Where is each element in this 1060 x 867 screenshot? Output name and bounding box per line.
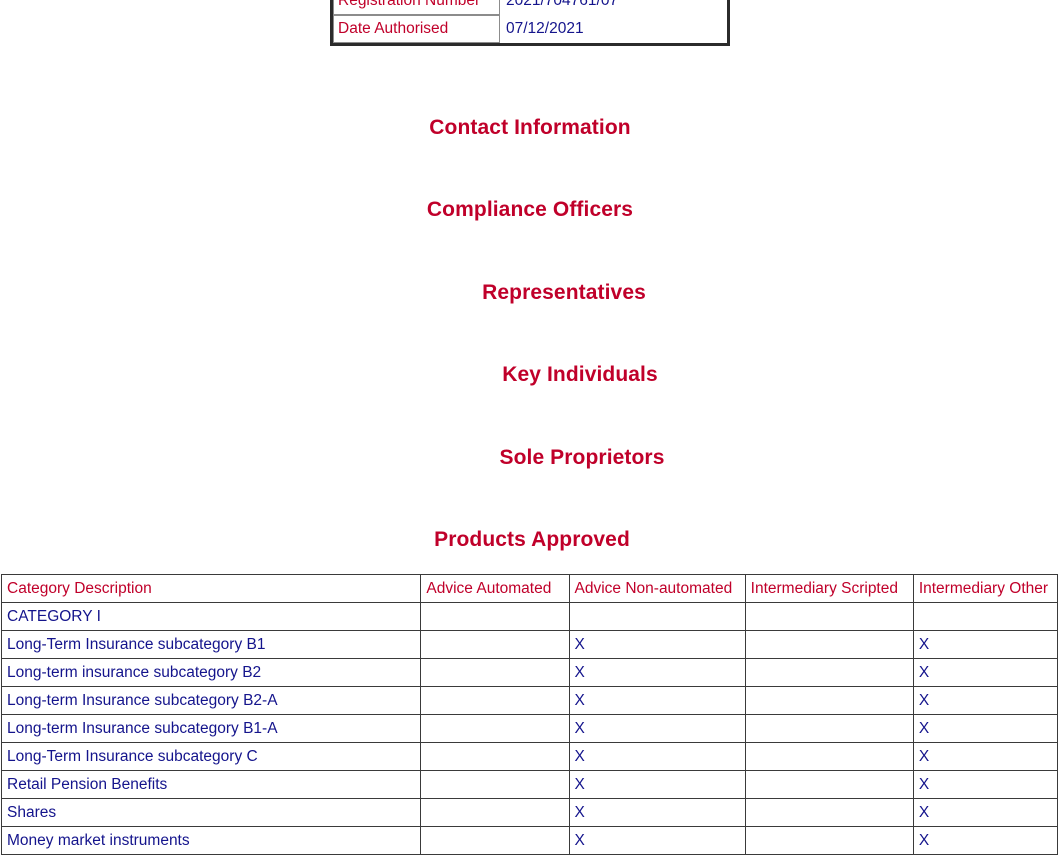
registration-number-label: Registration Number bbox=[333, 0, 500, 15]
cell-intermediary-other: X bbox=[912, 686, 1059, 715]
cell-category-description: Long-term insurance subcategory B2 bbox=[0, 658, 422, 687]
table-row: Long-Term Insurance subcategory C X X bbox=[0, 742, 1059, 771]
cell-intermediary-other: X bbox=[912, 658, 1059, 687]
table-row: Shares X X bbox=[0, 798, 1059, 827]
cell-advice-automated bbox=[420, 770, 570, 799]
column-header-intermediary-other: Intermediary Other bbox=[912, 574, 1059, 603]
cell-category-description: Retail Pension Benefits bbox=[0, 770, 422, 799]
cell-advice-automated bbox=[420, 630, 570, 659]
cell-advice-non-automated: X bbox=[568, 770, 746, 799]
cell-advice-non-automated: X bbox=[568, 686, 746, 715]
products-table-body: CATEGORY I Long-Term Insurance subcategor… bbox=[0, 602, 1059, 855]
products-approved-table-container: Category Description Advice Automated Ad… bbox=[0, 574, 1059, 855]
table-row: Date Authorised 07/12/2021 bbox=[333, 15, 727, 43]
table-row: Retail Pension Benefits X X bbox=[0, 770, 1059, 799]
cell-intermediary-scripted bbox=[744, 770, 914, 799]
cell-advice-automated bbox=[420, 798, 570, 827]
cell-advice-non-automated: X bbox=[568, 826, 746, 855]
table-row: CATEGORY I bbox=[0, 602, 1059, 631]
fsp-detail-table: FSP Type Company - Private Registration … bbox=[330, 0, 730, 46]
table-row: Long-term Insurance subcategory B1-A X X bbox=[0, 714, 1059, 743]
table-row: Long-term insurance subcategory B2 X X bbox=[0, 658, 1059, 687]
cell-category-description: Long-Term Insurance subcategory B1 bbox=[0, 630, 422, 659]
date-authorised-label: Date Authorised bbox=[333, 15, 500, 43]
cell-intermediary-other: X bbox=[912, 630, 1059, 659]
section-heading-compliance-officers: Compliance Officers bbox=[426, 198, 634, 221]
table-row: Money market instruments X X bbox=[0, 826, 1059, 855]
cell-intermediary-other bbox=[912, 602, 1059, 631]
table-row: Registration Number 2021/704761/07 bbox=[333, 0, 727, 15]
cell-intermediary-scripted bbox=[744, 714, 914, 743]
cell-intermediary-other: X bbox=[912, 798, 1059, 827]
cell-advice-automated bbox=[420, 826, 570, 855]
cell-intermediary-scripted bbox=[744, 686, 914, 715]
cell-category-description: Money market instruments bbox=[0, 826, 422, 855]
cell-intermediary-scripted bbox=[744, 826, 914, 855]
products-table-head: Category Description Advice Automated Ad… bbox=[0, 574, 1059, 603]
cell-intermediary-scripted bbox=[744, 658, 914, 687]
cell-advice-automated bbox=[420, 658, 570, 687]
cell-advice-automated bbox=[420, 714, 570, 743]
cell-advice-non-automated: X bbox=[568, 714, 746, 743]
cell-intermediary-other: X bbox=[912, 742, 1059, 771]
cell-intermediary-other: X bbox=[912, 826, 1059, 855]
cell-advice-non-automated: X bbox=[568, 658, 746, 687]
table-row: Long-term Insurance subcategory B2-A X X bbox=[0, 686, 1059, 715]
section-heading-contact-information: Contact Information bbox=[429, 116, 631, 139]
cell-intermediary-scripted bbox=[744, 602, 914, 631]
column-header-intermediary-scripted: Intermediary Scripted bbox=[744, 574, 914, 603]
column-header-category-description: Category Description bbox=[0, 574, 422, 603]
fsp-detail-table-body: FSP Type Company - Private Registration … bbox=[333, 0, 727, 43]
cell-intermediary-other: X bbox=[912, 770, 1059, 799]
cell-advice-non-automated: X bbox=[568, 798, 746, 827]
cell-category-description: Long-term Insurance subcategory B1-A bbox=[0, 714, 422, 743]
cell-category-description: Long-term Insurance subcategory B2-A bbox=[0, 686, 422, 715]
fsp-detail-table-container: FSP Type Company - Private Registration … bbox=[330, 0, 730, 46]
cell-advice-non-automated bbox=[568, 602, 746, 631]
table-row: Long-Term Insurance subcategory B1 X X bbox=[0, 630, 1059, 659]
cell-intermediary-scripted bbox=[744, 630, 914, 659]
cell-advice-automated bbox=[420, 686, 570, 715]
date-authorised-value: 07/12/2021 bbox=[506, 20, 584, 37]
section-heading-sole-proprietors: Sole Proprietors bbox=[499, 446, 665, 469]
cell-category-description: Shares bbox=[0, 798, 422, 827]
cell-advice-automated bbox=[420, 742, 570, 771]
cell-advice-non-automated: X bbox=[568, 742, 746, 771]
products-table-header-row: Category Description Advice Automated Ad… bbox=[0, 574, 1059, 603]
section-heading-representatives: Representatives bbox=[482, 281, 646, 304]
cell-intermediary-scripted bbox=[744, 742, 914, 771]
cell-intermediary-other: X bbox=[912, 714, 1059, 743]
registration-number-value: 2021/704761/07 bbox=[506, 0, 619, 9]
cell-category-description: Long-Term Insurance subcategory C bbox=[0, 742, 422, 771]
cell-category-description: CATEGORY I bbox=[0, 602, 422, 631]
cell-intermediary-scripted bbox=[744, 798, 914, 827]
section-heading-key-individuals: Key Individuals bbox=[502, 363, 658, 386]
cell-advice-non-automated: X bbox=[568, 630, 746, 659]
column-header-advice-non-automated: Advice Non-automated bbox=[568, 574, 746, 603]
products-approved-table: Category Description Advice Automated Ad… bbox=[0, 574, 1059, 855]
column-header-advice-automated: Advice Automated bbox=[420, 574, 570, 603]
cell-advice-automated bbox=[420, 602, 570, 631]
section-heading-products-approved: Products Approved bbox=[434, 528, 630, 551]
